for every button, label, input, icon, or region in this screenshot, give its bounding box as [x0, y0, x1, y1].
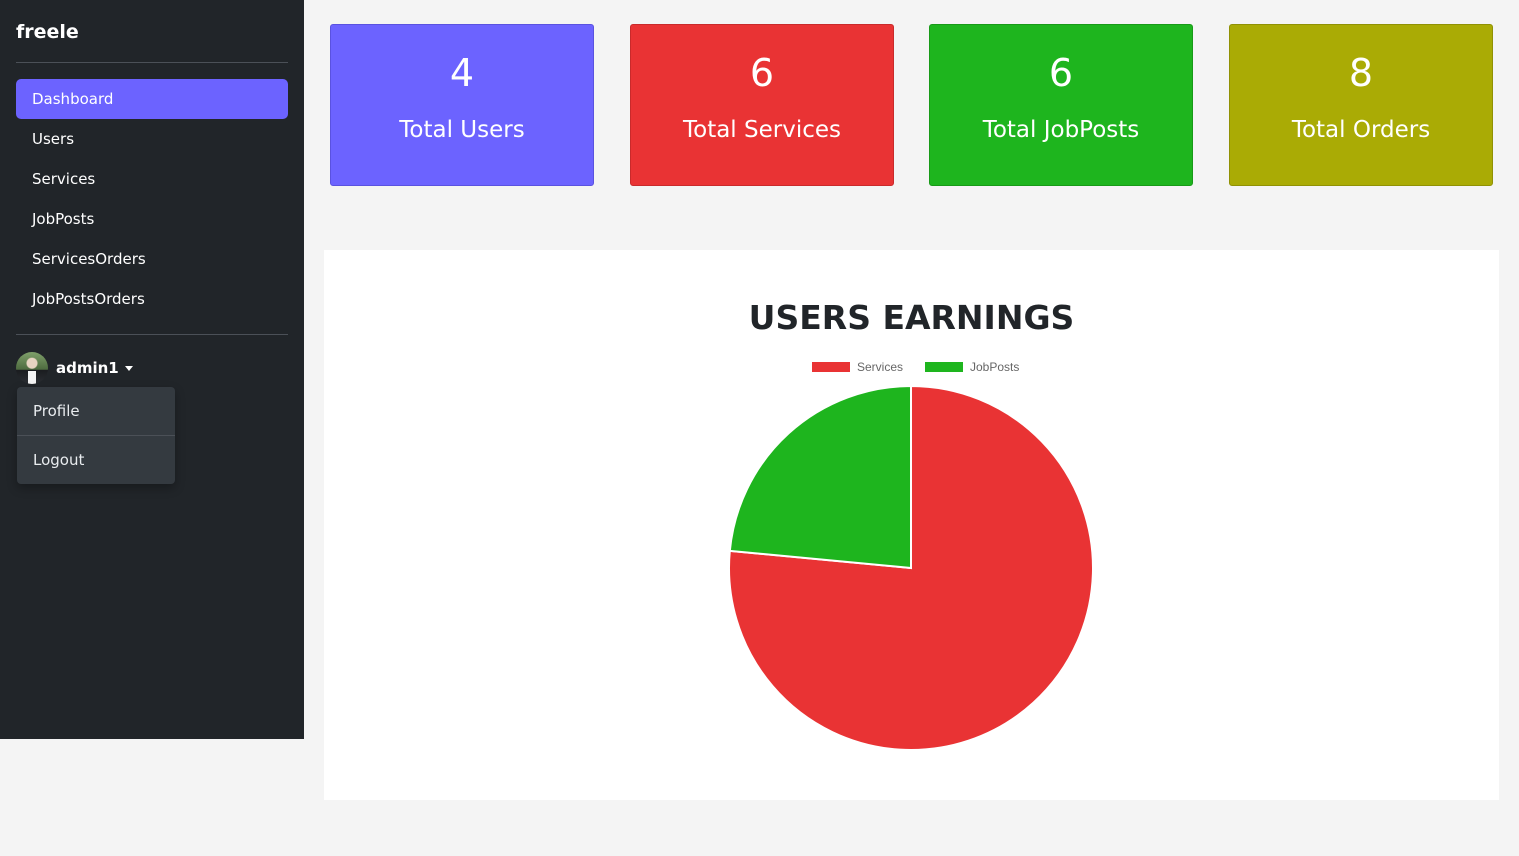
legend-swatch-services[interactable] [812, 362, 850, 372]
stat-value: 8 [1348, 51, 1374, 95]
legend-label-services[interactable]: Services [857, 360, 903, 374]
sidebar-divider-2 [16, 334, 288, 335]
sidebar-item-jobpostsorders[interactable]: JobPostsOrders [16, 279, 288, 319]
username: admin1 [56, 359, 119, 377]
user-menu-toggle[interactable]: admin1 [16, 351, 288, 385]
profile-menu-item[interactable]: Profile [17, 387, 175, 435]
stat-value: 6 [1048, 51, 1074, 95]
chevron-down-icon [124, 365, 133, 371]
stat-card-users: 4 Total Users [330, 24, 594, 186]
stat-label: Total Orders [1291, 117, 1431, 143]
stat-card-jobposts: 6 Total JobPosts [929, 24, 1193, 186]
legend-swatch-jobposts[interactable] [925, 362, 963, 372]
avatar [16, 352, 48, 384]
sidebar-item-users[interactable]: Users [16, 119, 288, 159]
sidebar-item-dashboard[interactable]: Dashboard [16, 79, 288, 119]
stat-value: 4 [449, 51, 475, 95]
sidebar: freele Dashboard Users Services JobPosts… [0, 0, 304, 739]
sidebar-item-jobposts[interactable]: JobPosts [16, 199, 288, 239]
stat-label: Total Services [682, 117, 841, 143]
user-dropdown-menu: Profile Logout [17, 387, 175, 484]
stat-label: Total Users [399, 117, 525, 143]
legend-label-jobposts[interactable]: JobPosts [970, 360, 1019, 374]
sidebar-nav: Dashboard Users Services JobPosts Servic… [16, 79, 288, 319]
pie-slice-jobposts[interactable] [728, 384, 912, 570]
sidebar-item-services[interactable]: Services [16, 159, 288, 199]
stat-card-services: 6 Total Services [630, 24, 894, 186]
stat-card-orders: 8 Total Orders [1229, 24, 1493, 186]
brand-logo[interactable]: freele [16, 17, 288, 47]
sidebar-divider [16, 62, 288, 63]
stat-label: Total JobPosts [982, 117, 1140, 143]
pie-chart: Services JobPosts [728, 360, 1094, 751]
logout-menu-item[interactable]: Logout [17, 436, 175, 484]
stat-value: 6 [749, 51, 775, 95]
sidebar-item-servicesorders[interactable]: ServicesOrders [16, 239, 288, 279]
earnings-chart-panel: USERS EARNINGS Services JobPosts [324, 250, 1499, 800]
